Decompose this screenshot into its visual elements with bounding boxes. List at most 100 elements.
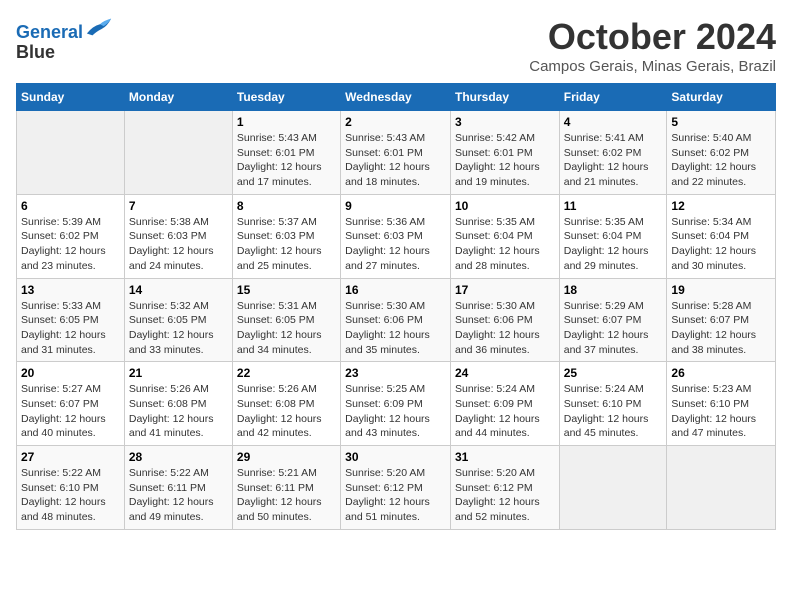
calendar-cell: 18 Sunrise: 5:29 AM Sunset: 6:07 PM Dayli… bbox=[559, 278, 667, 362]
logo-text: General Blue bbox=[16, 16, 113, 63]
weekday-header: Sunday bbox=[17, 84, 125, 111]
day-info: Sunrise: 5:43 AM Sunset: 6:01 PM Dayligh… bbox=[237, 131, 336, 190]
calendar-cell: 8 Sunrise: 5:37 AM Sunset: 6:03 PM Daylig… bbox=[232, 194, 340, 278]
calendar-cell: 14 Sunrise: 5:32 AM Sunset: 6:05 PM Dayli… bbox=[124, 278, 232, 362]
day-number: 14 bbox=[129, 283, 228, 297]
calendar-week-row: 27 Sunrise: 5:22 AM Sunset: 6:10 PM Dayli… bbox=[17, 446, 776, 530]
day-number: 27 bbox=[21, 450, 120, 464]
day-number: 15 bbox=[237, 283, 336, 297]
day-number: 10 bbox=[455, 199, 555, 213]
calendar-cell: 10Sunrise: 5:35 AM Sunset: 6:04 PM Dayli… bbox=[450, 194, 559, 278]
page-header: General Blue October 2024 Campos Gerais,… bbox=[16, 16, 776, 75]
day-number: 25 bbox=[564, 366, 663, 380]
day-number: 18 bbox=[564, 283, 663, 297]
day-info: Sunrise: 5:34 AM Sunset: 6:04 PM Dayligh… bbox=[671, 215, 771, 274]
day-info: Sunrise: 5:36 AM Sunset: 6:03 PM Dayligh… bbox=[345, 215, 446, 274]
calendar-cell bbox=[17, 111, 125, 195]
day-info: Sunrise: 5:24 AM Sunset: 6:10 PM Dayligh… bbox=[564, 382, 663, 441]
calendar-cell: 28Sunrise: 5:22 AM Sunset: 6:11 PM Dayli… bbox=[124, 446, 232, 530]
day-number: 7 bbox=[129, 199, 228, 213]
day-number: 9 bbox=[345, 199, 446, 213]
day-info: Sunrise: 5:35 AM Sunset: 6:04 PM Dayligh… bbox=[564, 215, 663, 274]
day-info: Sunrise: 5:29 AM Sunset: 6:07 PM Dayligh… bbox=[564, 299, 663, 358]
day-info: Sunrise: 5:22 AM Sunset: 6:10 PM Dayligh… bbox=[21, 466, 120, 525]
calendar-cell: 21 Sunrise: 5:26 AM Sunset: 6:08 PM Dayli… bbox=[124, 362, 232, 446]
calendar-cell: 19Sunrise: 5:28 AM Sunset: 6:07 PM Dayli… bbox=[667, 278, 776, 362]
calendar-cell: 25 Sunrise: 5:24 AM Sunset: 6:10 PM Dayli… bbox=[559, 362, 667, 446]
weekday-header: Wednesday bbox=[341, 84, 451, 111]
calendar-cell: 29 Sunrise: 5:21 AM Sunset: 6:11 PM Dayli… bbox=[232, 446, 340, 530]
day-number: 5 bbox=[671, 115, 771, 129]
day-info: Sunrise: 5:20 AM Sunset: 6:12 PM Dayligh… bbox=[345, 466, 446, 525]
day-info: Sunrise: 5:37 AM Sunset: 6:03 PM Dayligh… bbox=[237, 215, 336, 274]
calendar-cell bbox=[667, 446, 776, 530]
day-number: 17 bbox=[455, 283, 555, 297]
day-info: Sunrise: 5:25 AM Sunset: 6:09 PM Dayligh… bbox=[345, 382, 446, 441]
calendar-cell: 12 Sunrise: 5:34 AM Sunset: 6:04 PM Dayli… bbox=[667, 194, 776, 278]
calendar-cell: 1 Sunrise: 5:43 AM Sunset: 6:01 PM Daylig… bbox=[232, 111, 340, 195]
calendar-cell: 6 Sunrise: 5:39 AM Sunset: 6:02 PM Daylig… bbox=[17, 194, 125, 278]
logo: General Blue bbox=[16, 16, 113, 63]
calendar-cell: 15Sunrise: 5:31 AM Sunset: 6:05 PM Dayli… bbox=[232, 278, 340, 362]
day-number: 31 bbox=[455, 450, 555, 464]
calendar-table: SundayMondayTuesdayWednesdayThursdayFrid… bbox=[16, 83, 776, 530]
weekday-header: Friday bbox=[559, 84, 667, 111]
calendar-cell: 16 Sunrise: 5:30 AM Sunset: 6:06 PM Dayli… bbox=[341, 278, 451, 362]
calendar-cell: 23 Sunrise: 5:25 AM Sunset: 6:09 PM Dayli… bbox=[341, 362, 451, 446]
calendar-cell: 3Sunrise: 5:42 AM Sunset: 6:01 PM Daylig… bbox=[450, 111, 559, 195]
location: Campos Gerais, Minas Gerais, Brazil bbox=[529, 58, 776, 75]
logo-bird-icon bbox=[85, 16, 113, 38]
day-info: Sunrise: 5:27 AM Sunset: 6:07 PM Dayligh… bbox=[21, 382, 120, 441]
calendar-cell: 24 Sunrise: 5:24 AM Sunset: 6:09 PM Dayli… bbox=[450, 362, 559, 446]
calendar-cell: 5 Sunrise: 5:40 AM Sunset: 6:02 PM Daylig… bbox=[667, 111, 776, 195]
day-number: 20 bbox=[21, 366, 120, 380]
day-number: 6 bbox=[21, 199, 120, 213]
day-info: Sunrise: 5:26 AM Sunset: 6:08 PM Dayligh… bbox=[237, 382, 336, 441]
day-info: Sunrise: 5:40 AM Sunset: 6:02 PM Dayligh… bbox=[671, 131, 771, 190]
day-number: 21 bbox=[129, 366, 228, 380]
calendar-cell: 30Sunrise: 5:20 AM Sunset: 6:12 PM Dayli… bbox=[341, 446, 451, 530]
day-info: Sunrise: 5:21 AM Sunset: 6:11 PM Dayligh… bbox=[237, 466, 336, 525]
calendar-cell: 27 Sunrise: 5:22 AM Sunset: 6:10 PM Dayli… bbox=[17, 446, 125, 530]
day-number: 24 bbox=[455, 366, 555, 380]
calendar-cell: 4 Sunrise: 5:41 AM Sunset: 6:02 PM Daylig… bbox=[559, 111, 667, 195]
calendar-cell bbox=[559, 446, 667, 530]
day-info: Sunrise: 5:23 AM Sunset: 6:10 PM Dayligh… bbox=[671, 382, 771, 441]
day-info: Sunrise: 5:20 AM Sunset: 6:12 PM Dayligh… bbox=[455, 466, 555, 525]
day-number: 12 bbox=[671, 199, 771, 213]
weekday-header: Saturday bbox=[667, 84, 776, 111]
calendar-week-row: 20 Sunrise: 5:27 AM Sunset: 6:07 PM Dayli… bbox=[17, 362, 776, 446]
day-info: Sunrise: 5:43 AM Sunset: 6:01 PM Dayligh… bbox=[345, 131, 446, 190]
calendar-cell: 20 Sunrise: 5:27 AM Sunset: 6:07 PM Dayli… bbox=[17, 362, 125, 446]
day-info: Sunrise: 5:24 AM Sunset: 6:09 PM Dayligh… bbox=[455, 382, 555, 441]
title-block: October 2024 Campos Gerais, Minas Gerais… bbox=[529, 16, 776, 75]
day-number: 3 bbox=[455, 115, 555, 129]
day-info: Sunrise: 5:41 AM Sunset: 6:02 PM Dayligh… bbox=[564, 131, 663, 190]
day-info: Sunrise: 5:26 AM Sunset: 6:08 PM Dayligh… bbox=[129, 382, 228, 441]
day-number: 2 bbox=[345, 115, 446, 129]
calendar-cell: 13Sunrise: 5:33 AM Sunset: 6:05 PM Dayli… bbox=[17, 278, 125, 362]
calendar-week-row: 13Sunrise: 5:33 AM Sunset: 6:05 PM Dayli… bbox=[17, 278, 776, 362]
day-info: Sunrise: 5:32 AM Sunset: 6:05 PM Dayligh… bbox=[129, 299, 228, 358]
weekday-header: Tuesday bbox=[232, 84, 340, 111]
day-number: 23 bbox=[345, 366, 446, 380]
day-number: 4 bbox=[564, 115, 663, 129]
day-number: 29 bbox=[237, 450, 336, 464]
day-info: Sunrise: 5:28 AM Sunset: 6:07 PM Dayligh… bbox=[671, 299, 771, 358]
day-number: 11 bbox=[564, 199, 663, 213]
day-info: Sunrise: 5:30 AM Sunset: 6:06 PM Dayligh… bbox=[345, 299, 446, 358]
day-number: 26 bbox=[671, 366, 771, 380]
day-info: Sunrise: 5:22 AM Sunset: 6:11 PM Dayligh… bbox=[129, 466, 228, 525]
calendar-cell: 26 Sunrise: 5:23 AM Sunset: 6:10 PM Dayli… bbox=[667, 362, 776, 446]
day-number: 1 bbox=[237, 115, 336, 129]
calendar-week-row: 1 Sunrise: 5:43 AM Sunset: 6:01 PM Daylig… bbox=[17, 111, 776, 195]
day-number: 16 bbox=[345, 283, 446, 297]
day-info: Sunrise: 5:39 AM Sunset: 6:02 PM Dayligh… bbox=[21, 215, 120, 274]
weekday-header-row: SundayMondayTuesdayWednesdayThursdayFrid… bbox=[17, 84, 776, 111]
calendar-cell bbox=[124, 111, 232, 195]
calendar-week-row: 6 Sunrise: 5:39 AM Sunset: 6:02 PM Daylig… bbox=[17, 194, 776, 278]
day-number: 8 bbox=[237, 199, 336, 213]
calendar-cell: 17Sunrise: 5:30 AM Sunset: 6:06 PM Dayli… bbox=[450, 278, 559, 362]
calendar-cell: 2 Sunrise: 5:43 AM Sunset: 6:01 PM Daylig… bbox=[341, 111, 451, 195]
weekday-header: Monday bbox=[124, 84, 232, 111]
